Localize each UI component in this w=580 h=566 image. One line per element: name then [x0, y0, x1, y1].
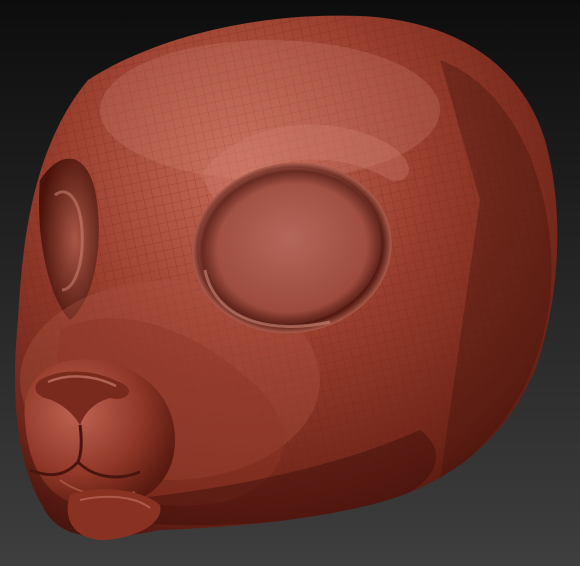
sculpt-render: [0, 0, 580, 566]
sculpt-viewport[interactable]: [0, 0, 580, 566]
